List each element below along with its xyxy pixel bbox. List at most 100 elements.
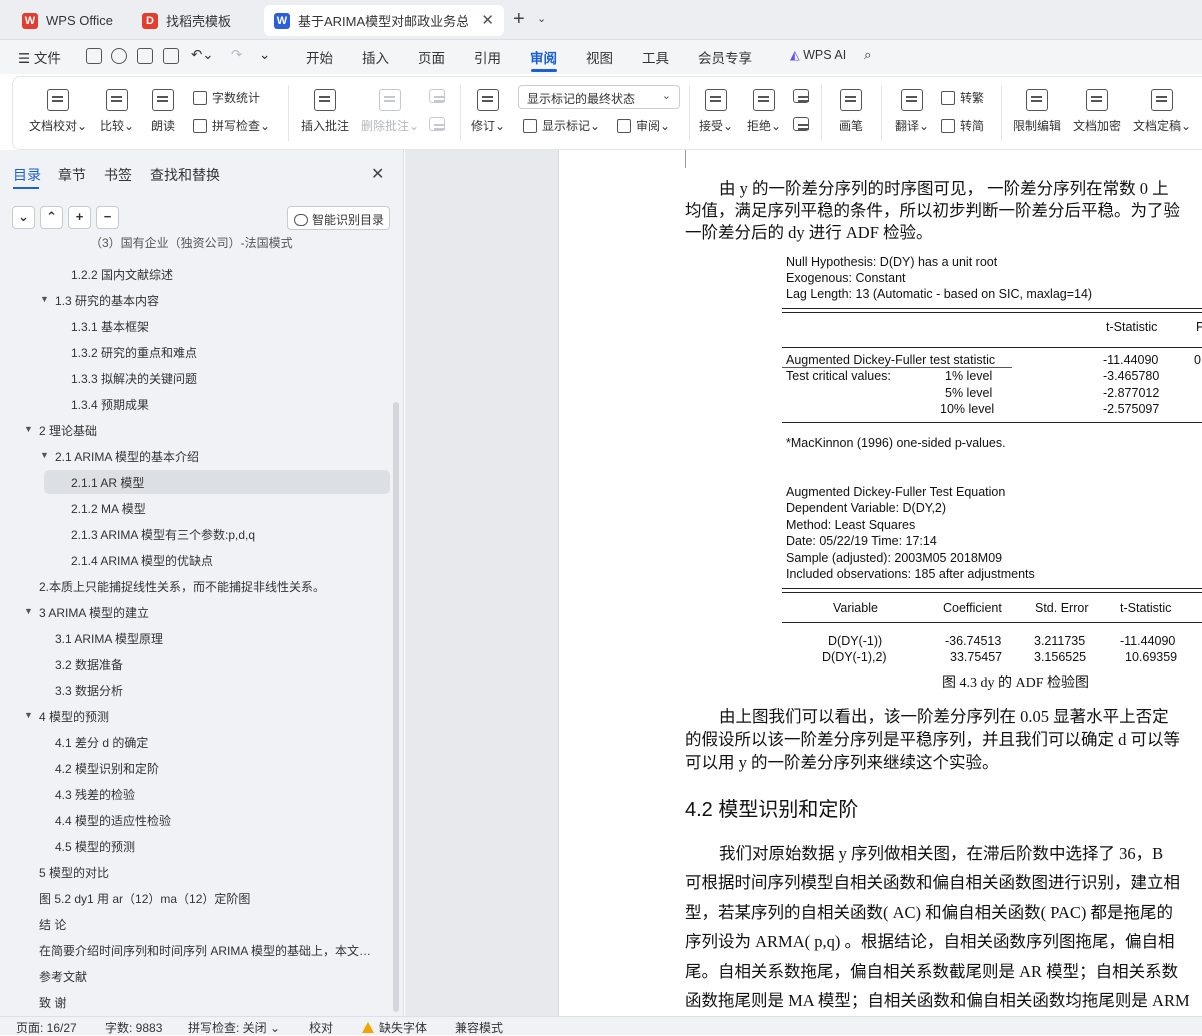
word-count-indicator[interactable]: 字数: 9883 [105, 1019, 162, 1036]
toc-item[interactable]: （3）国有企业（独资公司）-法国模式 [90, 234, 293, 251]
restrict-edit-button[interactable]: 限制编辑 [1013, 89, 1061, 134]
menu-member[interactable]: 会员专享 [698, 47, 752, 67]
menu-tools[interactable]: 工具 [642, 47, 669, 67]
redo-icon[interactable]: ↷ [231, 47, 242, 63]
nav-tab-bookmarks[interactable]: 书签 [104, 165, 132, 185]
toc-item[interactable]: 1.3.2 研究的重点和难点 [71, 344, 197, 361]
remove-heading-button[interactable]: − [96, 206, 119, 229]
smart-toc-button[interactable]: 智能识别目录 [287, 206, 390, 230]
search-icon[interactable]: ⌕ [864, 47, 872, 63]
prev-comment-button[interactable] [429, 89, 445, 109]
proofread-indicator[interactable]: 校对 [309, 1019, 333, 1036]
tab-docer[interactable]: D 找稻壳模板 [132, 5, 256, 36]
doc-check-button[interactable]: 文档校对⌄ [29, 89, 87, 134]
toc-item[interactable]: 5 模型的对比 [39, 864, 109, 881]
finalize-button[interactable]: 文档定稿⌄ [1133, 89, 1191, 134]
nav-tab-chapters[interactable]: 章节 [58, 165, 86, 185]
document-page[interactable]: 由 y 的一阶差分序列的时序图可见， 一阶差分序列在常数 0 上 均值，满足序列… [558, 150, 1202, 1016]
expand-up-button[interactable]: ⌃ [40, 206, 63, 229]
toc-item[interactable]: 2.1 ARIMA 模型的基本介绍 [55, 448, 199, 465]
add-heading-button[interactable]: + [68, 206, 91, 229]
delete-comment-button[interactable]: 删除批注⌄ [361, 89, 419, 134]
toc-item[interactable]: 4.2 模型识别和定阶 [55, 760, 159, 777]
toc-item[interactable]: 1.3.1 基本框架 [71, 318, 149, 335]
print-icon[interactable] [137, 48, 153, 64]
toc-item[interactable]: 在简要介绍时间序列和时间序列 ARIMA 模型的基础上，本文… [39, 942, 371, 959]
new-tab-icon[interactable]: + [513, 8, 525, 31]
tab-document[interactable]: W 基于ARIMA模型对邮政业务总 ✕ [264, 5, 504, 36]
toc-item[interactable]: 1.2.2 国内文献综述 [71, 266, 173, 283]
toc-item[interactable]: 2.本质上只能捕捉线性关系，而不能捕捉非线性关系。 [39, 578, 325, 595]
menu-review[interactable]: 审阅 [530, 47, 557, 67]
wps-ai-button[interactable]: ◭ WPS AI [790, 47, 846, 62]
toc-item[interactable]: 4 模型的预测 [39, 708, 109, 725]
toc-item[interactable]: 参考文献 [39, 968, 87, 985]
page-indicator[interactable]: 页面: 16/27 [16, 1019, 77, 1036]
word-count-button[interactable]: 字数统计 [193, 89, 260, 106]
menu-home[interactable]: 开始 [306, 47, 333, 67]
toc-item[interactable]: 图 5.2 dy1 用 ar（12）ma（12）定阶图 [39, 890, 250, 907]
accept-button[interactable]: 接受⌄ [699, 89, 733, 134]
toc-item[interactable]: 2.1.1 AR 模型 [71, 474, 144, 491]
save-icon[interactable] [86, 48, 102, 64]
toc-item[interactable]: 3.3 数据分析 [55, 682, 123, 699]
toc-item[interactable]: 4.5 模型的预测 [55, 838, 135, 855]
toc-item[interactable]: 2.1.3 ARIMA 模型有三个参数:p,d,q [71, 526, 255, 543]
toc-item[interactable]: 3.2 数据准备 [55, 656, 123, 673]
toc-item[interactable]: 1.3 研究的基本内容 [55, 292, 159, 309]
expand-toggle-icon[interactable]: ▼ [24, 606, 33, 616]
chevron-down-icon[interactable]: ⌄ [259, 47, 270, 63]
spell-check-indicator[interactable]: 拼写检查: 关闭 ⌄ [188, 1019, 280, 1036]
menu-page[interactable]: 页面 [418, 47, 445, 67]
nav-tab-toc[interactable]: 目录 [13, 165, 41, 185]
expand-toggle-icon[interactable]: ▼ [40, 294, 49, 304]
toc-item[interactable]: 2 理论基础 [39, 422, 97, 439]
collapse-all-button[interactable]: ⌄ [12, 206, 35, 229]
read-aloud-button[interactable]: 朗读 [151, 89, 175, 134]
menu-view[interactable]: 视图 [586, 47, 613, 67]
missing-font-indicator[interactable]: 缺失字体 [362, 1019, 427, 1036]
toc-item[interactable]: 1.3.3 拟解决的关键问题 [71, 370, 197, 387]
toc-item[interactable]: 3.1 ARIMA 模型原理 [55, 630, 163, 647]
encrypt-button[interactable]: 文档加密 [1073, 89, 1121, 134]
toc-item[interactable]: 致 谢 [39, 994, 66, 1011]
compare-button[interactable]: 比较⌄ [100, 89, 134, 134]
toc-item[interactable]: 4.1 差分 d 的确定 [55, 734, 148, 751]
translate-button[interactable]: 翻译⌄ [895, 89, 929, 134]
chevron-down-icon[interactable]: ⌄ [537, 12, 546, 25]
toc-item[interactable]: 4.4 模型的适应性检验 [55, 812, 171, 829]
toc-item[interactable]: 结 论 [39, 916, 66, 933]
close-icon[interactable]: ✕ [481, 11, 494, 29]
expand-toggle-icon[interactable]: ▼ [24, 424, 33, 434]
toc-item[interactable]: 2.1.4 ARIMA 模型的优缺点 [71, 552, 213, 569]
print-preview-icon[interactable] [163, 48, 179, 64]
review-pane-button[interactable]: 审阅 ⌄ [617, 117, 670, 134]
nav-tab-find-replace[interactable]: 查找和替换 [150, 165, 220, 185]
toc-item[interactable]: 4.3 残差的检验 [55, 786, 135, 803]
expand-toggle-icon[interactable]: ▼ [24, 710, 33, 720]
prev-change-button[interactable] [793, 89, 809, 109]
next-comment-button[interactable] [429, 117, 445, 137]
toc-scrollbar[interactable] [393, 402, 399, 1012]
to-simplified-button[interactable]: 转简 [941, 117, 984, 134]
share-icon[interactable] [111, 48, 127, 64]
tab-wps-office[interactable]: W WPS Office [12, 5, 124, 36]
reject-button[interactable]: 拒绝⌄ [747, 89, 781, 134]
pen-button[interactable]: 画笔 [839, 89, 863, 134]
track-changes-button[interactable]: 修订⌄ [471, 89, 505, 134]
insert-comment-button[interactable]: 插入批注 [301, 89, 349, 134]
next-change-button[interactable] [793, 117, 809, 137]
close-icon[interactable]: ✕ [371, 164, 384, 184]
menu-file[interactable]: ☰ 文件 [18, 47, 61, 67]
menu-references[interactable]: 引用 [474, 47, 501, 67]
spell-check-button[interactable]: 拼写检查 ⌄ [193, 117, 270, 134]
expand-toggle-icon[interactable]: ▼ [40, 450, 49, 460]
menu-insert[interactable]: 插入 [362, 47, 389, 67]
to-traditional-button[interactable]: 转繁 [941, 89, 984, 106]
undo-icon[interactable]: ↶⌄ [191, 47, 214, 63]
markup-mode-select[interactable]: 显示标记的最终状态 ⌄ [518, 85, 680, 109]
toc-item[interactable]: 3 ARIMA 模型的建立 [39, 604, 149, 621]
toc-item[interactable]: 2.1.2 MA 模型 [71, 500, 146, 517]
show-markup-button[interactable]: 显示标记 ⌄ [523, 117, 600, 134]
toc-item[interactable]: 1.3.4 预期成果 [71, 396, 149, 413]
